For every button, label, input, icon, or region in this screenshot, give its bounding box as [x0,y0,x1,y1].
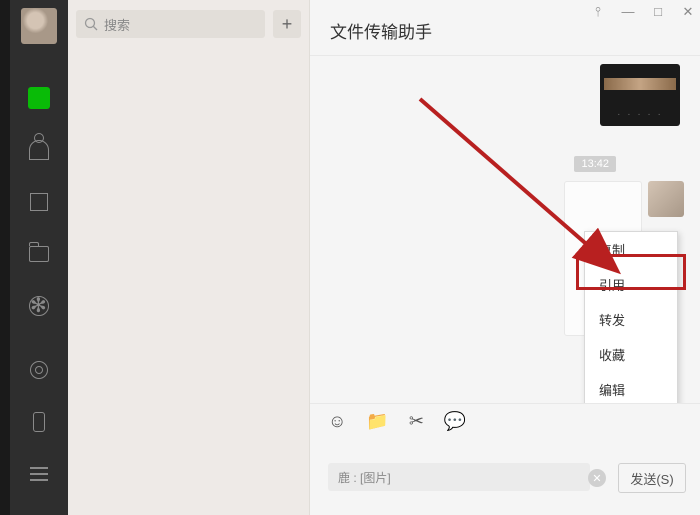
search-input[interactable]: 搜索 [76,10,265,38]
quote-close-icon[interactable]: ✕ [588,469,606,487]
sender-avatar[interactable] [648,181,684,217]
user-avatar[interactable] [21,8,57,44]
menu-forward[interactable]: 转发 [585,302,677,337]
conversation-list-pane: 搜索 + [68,0,310,515]
minimize-icon[interactable]: — [620,4,636,20]
screenshot-icon[interactable]: ✂ [409,411,424,432]
phone-icon[interactable] [28,411,50,433]
files-icon[interactable] [28,243,50,265]
message-area: 13:42 复制 引用 转发 收藏 编辑 多选 另存为... 删除 [310,56,700,403]
input-area[interactable]: 鹿 : [图片] ✕ 发送(S) [310,439,700,515]
miniprogram-icon[interactable] [28,359,50,381]
pin-icon[interactable]: ⫯ [590,4,606,20]
search-icon [84,17,98,31]
maximize-icon[interactable]: □ [650,4,666,20]
file-icon[interactable]: 📁 [366,411,388,432]
window-edge [0,0,10,515]
message-image-1[interactable] [600,64,680,126]
favorites-icon[interactable] [28,191,50,213]
input-toolbar: ☺ 📁 ✂ 💬 [310,403,700,439]
context-menu: 复制 引用 转发 收藏 编辑 多选 另存为... 删除 [584,231,678,403]
search-placeholder: 搜索 [104,15,130,34]
history-icon[interactable]: 💬 [444,411,466,432]
close-icon[interactable]: ✕ [680,4,696,20]
send-button[interactable]: 发送(S) [618,463,686,493]
add-button[interactable]: + [273,10,301,38]
menu-icon[interactable] [28,463,50,485]
quote-text: 鹿 : [图片] [338,469,391,486]
menu-favorite[interactable]: 收藏 [585,337,677,372]
menu-edit[interactable]: 编辑 [585,372,677,403]
menu-copy[interactable]: 复制 [585,232,677,267]
emoji-icon[interactable]: ☺ [328,411,346,432]
window-controls: ⫯ — □ ✕ [590,4,696,20]
moments-icon[interactable] [28,295,50,317]
chat-icon[interactable] [28,87,50,109]
contacts-icon[interactable] [28,139,50,161]
menu-quote[interactable]: 引用 [585,267,677,302]
chat-pane: ⫯ — □ ✕ 文件传输助手 13:42 复制 引用 转发 收藏 编辑 多选 另… [310,0,700,515]
timestamp: 13:42 [574,156,616,172]
sidebar [10,0,68,515]
quote-bar: 鹿 : [图片] [328,463,590,491]
